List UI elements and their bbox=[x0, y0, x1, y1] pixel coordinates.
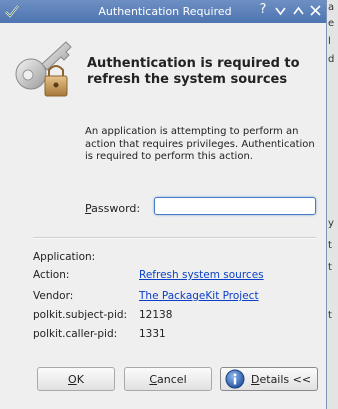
details-button[interactable]: Details << bbox=[220, 367, 318, 391]
background-text: t bbox=[328, 310, 332, 321]
cancel-label: ancel bbox=[157, 372, 187, 386]
password-label-text: assword: bbox=[91, 202, 141, 215]
cancel-mnemonic: C bbox=[149, 372, 158, 386]
info-icon bbox=[225, 369, 245, 389]
background-text: e bbox=[328, 18, 335, 29]
cancel-button[interactable]: Cancel bbox=[124, 367, 212, 391]
vendor-link[interactable]: The PackageKit Project bbox=[139, 290, 259, 302]
password-input[interactable] bbox=[154, 197, 316, 215]
ok-label: K bbox=[76, 372, 84, 386]
ok-mnemonic: O bbox=[68, 372, 77, 386]
background-text: y bbox=[328, 218, 334, 229]
maximize-icon[interactable] bbox=[293, 6, 304, 16]
background-text: d bbox=[328, 54, 335, 65]
action-link[interactable]: Refresh system sources bbox=[139, 269, 264, 281]
password-label: Password: bbox=[85, 202, 140, 215]
help-icon[interactable]: ? bbox=[256, 2, 270, 17]
caller-pid-value: 1331 bbox=[139, 328, 166, 340]
subject-pid-value: 12138 bbox=[139, 309, 173, 321]
caller-pid-label: polkit.caller-pid: bbox=[33, 328, 118, 340]
title-bar[interactable]: Authentication Required ? bbox=[0, 0, 326, 23]
key-lock-icon bbox=[15, 41, 72, 97]
details-mnemonic: D bbox=[251, 372, 260, 386]
background-text: t bbox=[328, 262, 332, 273]
subject-pid-label: polkit.subject-pid: bbox=[33, 309, 128, 321]
background-window-strip: a e l d y t t t bbox=[326, 0, 338, 409]
action-label: Action: bbox=[33, 269, 70, 281]
background-text: l bbox=[328, 36, 331, 47]
minimize-icon[interactable] bbox=[275, 6, 286, 16]
vendor-label: Vendor: bbox=[33, 290, 74, 302]
application-label: Application: bbox=[33, 251, 96, 263]
background-text: t bbox=[328, 240, 332, 251]
details-label: etails << bbox=[259, 372, 312, 386]
ok-button[interactable]: OK bbox=[37, 367, 115, 391]
dialog-description: An application is attempting to perform … bbox=[85, 126, 315, 162]
divider bbox=[33, 237, 316, 239]
auth-dialog: Authentication Required ? Authentication… bbox=[0, 0, 327, 409]
dialog-heading: Authentication is required to refresh th… bbox=[87, 56, 300, 87]
close-icon[interactable] bbox=[310, 5, 321, 16]
